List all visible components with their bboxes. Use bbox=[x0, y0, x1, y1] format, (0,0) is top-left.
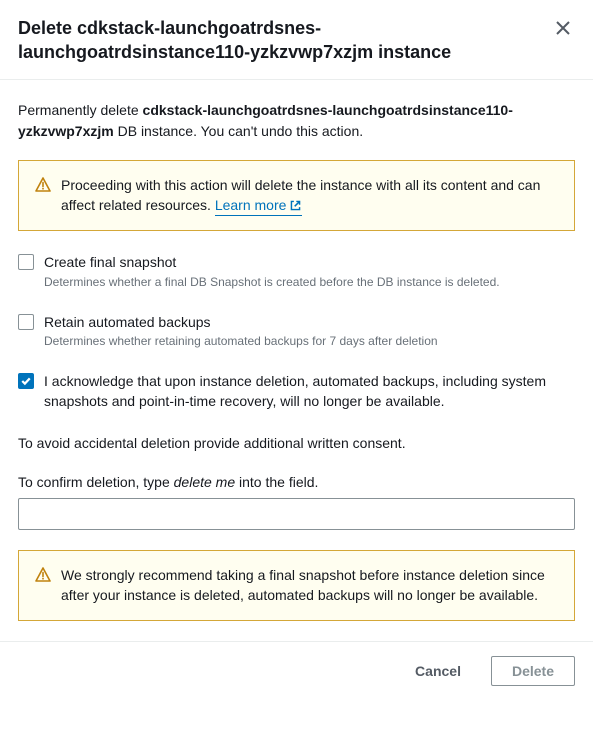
intro-prefix: Permanently delete bbox=[18, 102, 143, 118]
delete-instance-modal: Delete cdkstack-launchgoatrdsnes-launchg… bbox=[0, 0, 593, 700]
check-icon bbox=[20, 375, 32, 387]
retain-desc: Determines whether retaining automated b… bbox=[44, 333, 575, 350]
ack-texts: I acknowledge that upon instance deletio… bbox=[44, 372, 575, 411]
confirm-input[interactable] bbox=[18, 498, 575, 530]
close-button[interactable] bbox=[551, 16, 575, 43]
warning-alert-1: Proceeding with this action will delete … bbox=[18, 160, 575, 232]
confirm-phrase: delete me bbox=[174, 474, 235, 490]
retain-option-row: Retain automated backups Determines whet… bbox=[18, 313, 575, 350]
learn-more-link[interactable]: Learn more bbox=[215, 195, 303, 216]
cancel-button[interactable]: Cancel bbox=[395, 656, 481, 686]
modal-header: Delete cdkstack-launchgoatrdsnes-launchg… bbox=[0, 0, 593, 80]
intro-suffix: DB instance. You can't undo this action. bbox=[114, 123, 363, 139]
modal-body: Permanently delete cdkstack-launchgoatrd… bbox=[0, 80, 593, 641]
consent-text: To avoid accidental deletion provide add… bbox=[18, 433, 575, 454]
snapshot-label: Create final snapshot bbox=[44, 253, 575, 273]
confirm-prefix: To confirm deletion, type bbox=[18, 474, 174, 490]
modal-footer: Cancel Delete bbox=[0, 641, 593, 700]
confirm-label: To confirm deletion, type delete me into… bbox=[18, 474, 575, 490]
intro-text: Permanently delete cdkstack-launchgoatrd… bbox=[18, 100, 575, 142]
alert-1-content: Proceeding with this action will delete … bbox=[61, 175, 558, 217]
confirm-suffix: into the field. bbox=[235, 474, 318, 490]
snapshot-desc: Determines whether a final DB Snapshot i… bbox=[44, 274, 575, 291]
learn-more-label: Learn more bbox=[215, 195, 287, 215]
delete-button[interactable]: Delete bbox=[491, 656, 575, 686]
acknowledge-checkbox[interactable] bbox=[18, 373, 34, 389]
close-icon bbox=[555, 20, 571, 36]
create-snapshot-checkbox[interactable] bbox=[18, 254, 34, 270]
retain-label: Retain automated backups bbox=[44, 313, 575, 333]
modal-title: Delete cdkstack-launchgoatrdsnes-launchg… bbox=[18, 16, 543, 65]
acknowledge-option-row: I acknowledge that upon instance deletio… bbox=[18, 372, 575, 411]
snapshot-option-row: Create final snapshot Determines whether… bbox=[18, 253, 575, 290]
options-group: Create final snapshot Determines whether… bbox=[18, 253, 575, 411]
retain-texts: Retain automated backups Determines whet… bbox=[44, 313, 575, 350]
alert-2-text: We strongly recommend taking a final sna… bbox=[61, 565, 558, 606]
retain-backups-checkbox[interactable] bbox=[18, 314, 34, 330]
warning-icon bbox=[35, 567, 51, 606]
external-link-icon bbox=[289, 199, 302, 212]
warning-alert-2: We strongly recommend taking a final sna… bbox=[18, 550, 575, 621]
snapshot-texts: Create final snapshot Determines whether… bbox=[44, 253, 575, 290]
ack-label: I acknowledge that upon instance deletio… bbox=[44, 372, 575, 411]
warning-icon bbox=[35, 177, 51, 217]
